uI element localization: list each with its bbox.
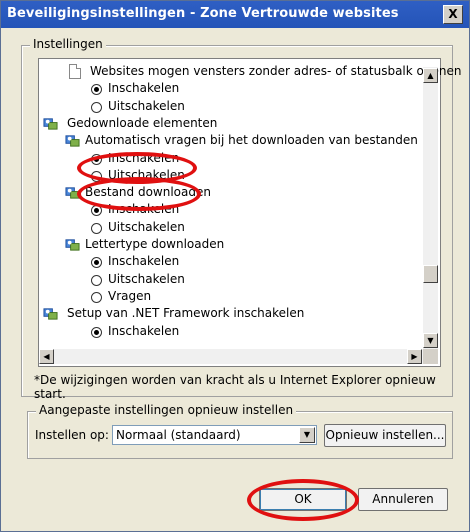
reset-level-value: Normaal (standaard) — [116, 428, 241, 442]
scroll-corner — [423, 349, 438, 364]
close-button[interactable]: X — [443, 5, 463, 24]
radio-option-label[interactable]: Inschakelen — [108, 201, 179, 217]
window-title: Beveiligingsinstellingen - Zone Vertrouw… — [7, 6, 399, 21]
radio-checked-icon[interactable] — [91, 205, 102, 217]
reset-level-label: Instellen op: — [35, 428, 109, 442]
radio-option-label[interactable]: Inschakelen — [108, 323, 179, 339]
vertical-scrollbar[interactable] — [423, 67, 438, 349]
settings-category-icon — [65, 187, 80, 199]
setting-label: Websites mogen vensters zonder adres- of… — [90, 64, 462, 78]
security-settings-dialog: Beveiligingsinstellingen - Zone Vertrouw… — [0, 0, 470, 532]
radio-checked-icon[interactable] — [91, 84, 102, 96]
radio-option-label[interactable]: Uitschakelen — [108, 219, 185, 235]
radio-option-label[interactable]: Uitschakelen — [108, 167, 185, 183]
radio-checked-icon[interactable] — [91, 326, 102, 338]
scroll-right-button[interactable]: ▶ — [407, 349, 422, 364]
restart-note: *De wijzigingen worden van kracht als u … — [34, 373, 436, 401]
ok-button[interactable]: OK — [259, 488, 347, 511]
chevron-down-icon[interactable]: ▼ — [299, 427, 315, 443]
scrollbar-thumb[interactable] — [423, 265, 438, 283]
radio-icon[interactable] — [91, 101, 102, 113]
radio-option-label[interactable]: Vragen — [108, 288, 151, 304]
radio-icon[interactable] — [91, 274, 102, 286]
category-label: Gedownloade elementen — [67, 115, 218, 130]
settings-category-icon — [65, 135, 80, 147]
radio-option-label[interactable]: Inschakelen — [108, 253, 179, 269]
radio-option-label[interactable]: Uitschakelen — [108, 271, 185, 287]
reset-button[interactable]: Opnieuw instellen... — [324, 424, 446, 447]
setting-label: Lettertype downloaden — [85, 237, 225, 251]
category-label: Setup van .NET Framework inschakelen — [67, 306, 305, 321]
setting-label: Automatisch vragen bij het downloaden va… — [85, 133, 418, 148]
radio-option-label[interactable]: Uitschakelen — [108, 98, 185, 114]
radio-icon[interactable] — [91, 222, 102, 234]
horizontal-scrollbar[interactable] — [39, 349, 423, 364]
settings-tree[interactable]: Websites mogen vensters zonder adres- of… — [38, 58, 461, 367]
reset-level-select[interactable]: Normaal (standaard) ▼ — [112, 425, 317, 445]
cancel-button[interactable]: Annuleren — [358, 488, 448, 511]
radio-option-label[interactable]: Inschakelen — [108, 80, 179, 96]
scroll-left-button[interactable]: ◀ — [39, 349, 54, 364]
setting-label: Bestand downloaden — [85, 185, 211, 200]
radio-option-label[interactable]: Inschakelen — [108, 150, 179, 166]
scroll-up-button[interactable]: ▲ — [423, 68, 438, 83]
scroll-down-button[interactable]: ▼ — [423, 333, 438, 348]
title-bar[interactable]: Beveiligingsinstellingen - Zone Vertrouw… — [1, 1, 469, 28]
radio-checked-icon[interactable] — [91, 153, 102, 165]
settings-group-label: Instellingen — [30, 37, 106, 51]
settings-category-icon — [43, 118, 58, 130]
page-icon — [69, 64, 81, 79]
reset-group-label: Aangepaste instellingen opnieuw instelle… — [36, 403, 297, 417]
settings-category-icon — [65, 239, 80, 251]
settings-category-icon — [43, 308, 58, 320]
radio-checked-icon[interactable] — [91, 257, 102, 269]
radio-icon[interactable] — [91, 170, 102, 182]
radio-icon[interactable] — [91, 291, 102, 303]
